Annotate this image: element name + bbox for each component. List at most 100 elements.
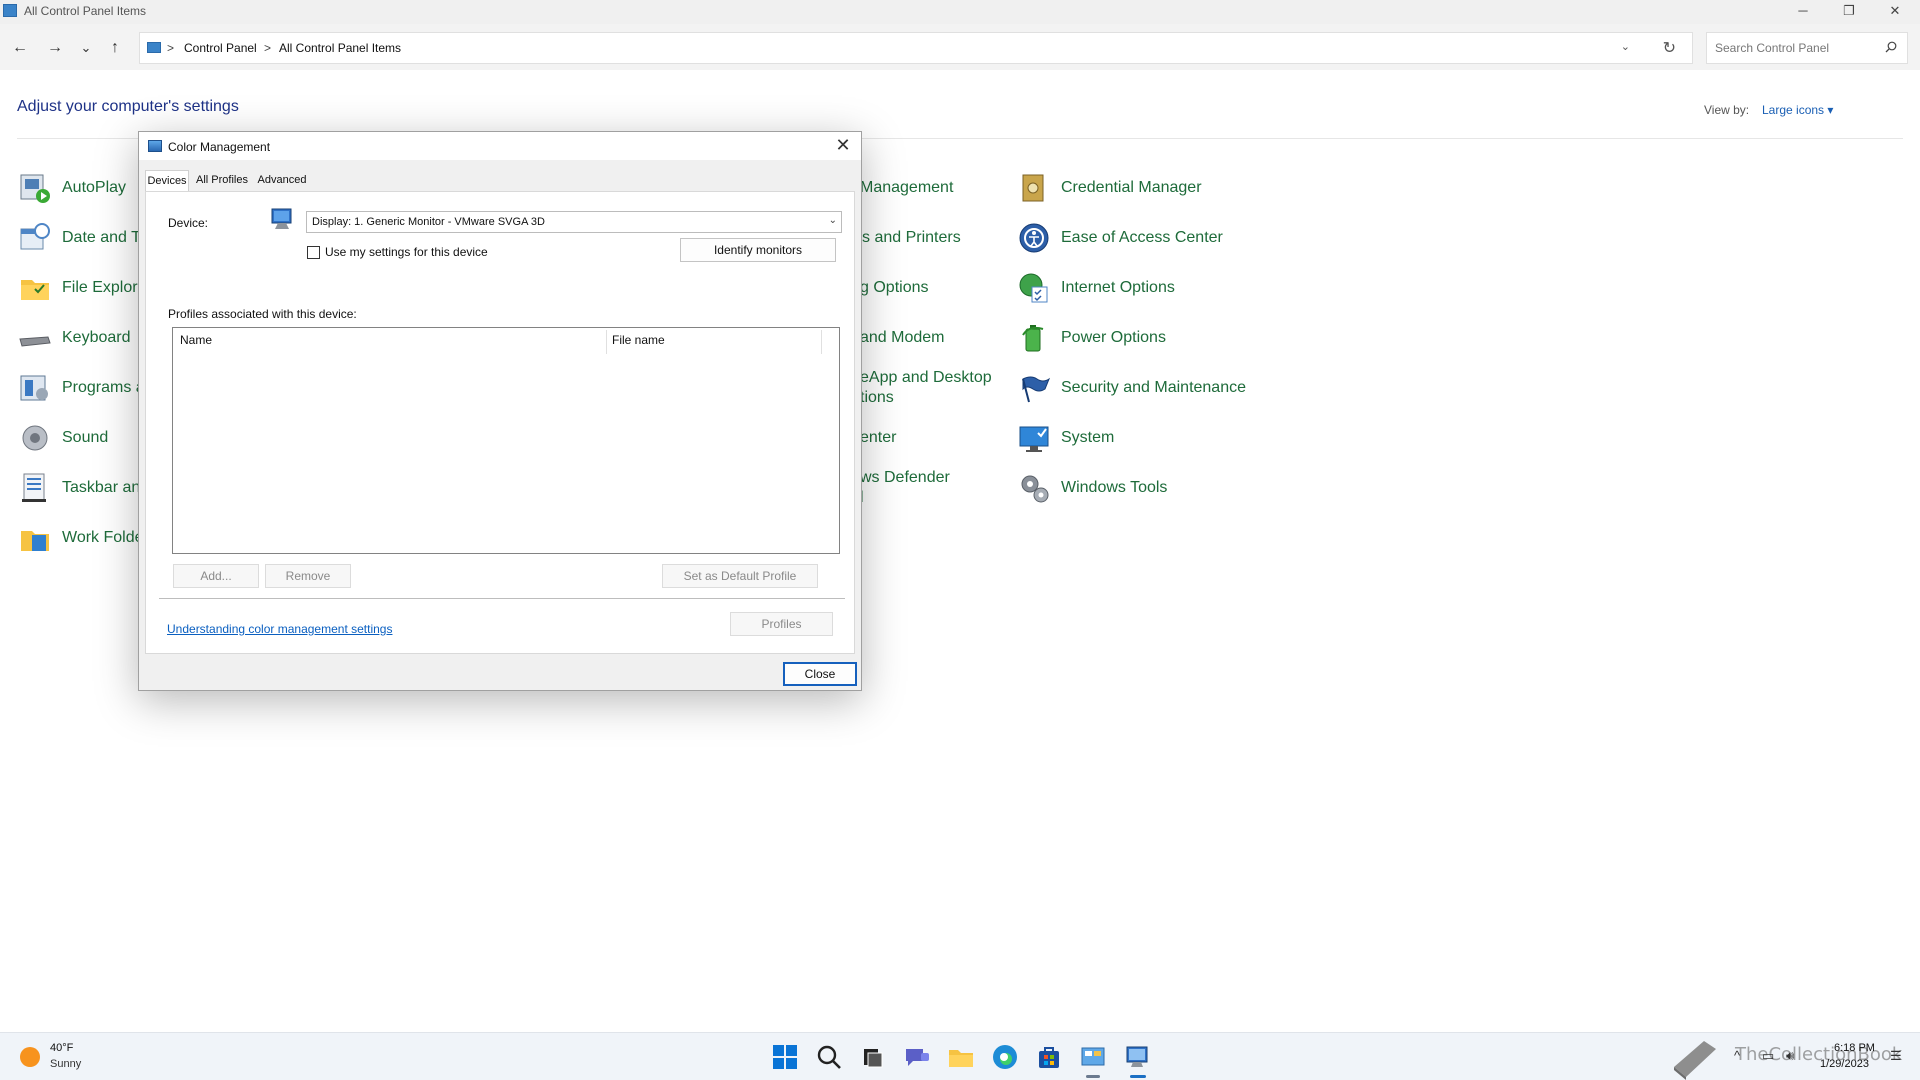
recent-locations-icon[interactable]: ⌄ bbox=[76, 38, 96, 58]
device-label: Device: bbox=[168, 216, 209, 230]
column-divider bbox=[606, 330, 607, 354]
cp-item-label: Sound bbox=[62, 429, 109, 446]
identify-monitors-button[interactable]: Identify monitors bbox=[680, 238, 836, 262]
forward-arrow-icon[interactable]: → bbox=[45, 38, 65, 58]
minimize-button[interactable]: ─ bbox=[1780, 0, 1826, 24]
internet-options-icon bbox=[1019, 273, 1048, 303]
cp-item-phone-modem[interactable]: and Modem bbox=[860, 320, 945, 356]
cp-item-autoplay[interactable]: AutoPlay bbox=[18, 170, 126, 206]
cp-item-label: Security and Maintenance bbox=[1061, 379, 1246, 396]
cp-item-system[interactable]: System bbox=[1017, 420, 1114, 456]
remove-button[interactable]: Remove bbox=[265, 564, 351, 588]
show-hidden-icons[interactable]: ^ bbox=[1734, 1048, 1740, 1063]
cp-item-sync-center[interactable]: enter bbox=[860, 420, 896, 456]
use-my-settings-checkbox[interactable] bbox=[307, 246, 320, 259]
devices-tab-panel: Device: Display: 1. Generic Monitor - VM… bbox=[145, 191, 855, 654]
cp-item-windows-defender[interactable]: ws Defender l bbox=[860, 462, 950, 514]
refresh-icon[interactable]: ↻ bbox=[1663, 38, 1676, 58]
search-icon[interactable] bbox=[1885, 41, 1897, 53]
cp-item-color-management[interactable]: Management bbox=[860, 170, 953, 206]
gear-icon bbox=[1021, 475, 1049, 503]
breadcrumb-all-items[interactable]: All Control Panel Items bbox=[279, 41, 401, 55]
color-management-help-link[interactable]: Understanding color management settings bbox=[167, 622, 392, 636]
profiles-button[interactable]: Profiles bbox=[730, 612, 833, 636]
cp-item-work-folders[interactable]: Work Folde bbox=[18, 520, 144, 556]
set-default-profile-button[interactable]: Set as Default Profile bbox=[662, 564, 818, 588]
cp-item-label: Programs a bbox=[62, 379, 145, 396]
keyboard-icon bbox=[19, 336, 51, 347]
search-input[interactable] bbox=[1707, 33, 1877, 63]
cp-item-file-explorer[interactable]: File Explore bbox=[18, 270, 146, 306]
cp-item-label: Ease of Access Center bbox=[1061, 229, 1223, 246]
weather-condition[interactable]: Sunny bbox=[50, 1058, 81, 1070]
cp-item-programs[interactable]: Programs a bbox=[18, 370, 145, 406]
clock-time[interactable]: 6:18 PM bbox=[1834, 1042, 1875, 1054]
address-bar[interactable]: > Control Panel > All Control Panel Item… bbox=[139, 32, 1693, 64]
cp-item-devices-printers[interactable]: s and Printers bbox=[862, 220, 961, 256]
back-arrow-icon[interactable]: ← bbox=[10, 38, 30, 58]
search-icon[interactable] bbox=[815, 1043, 843, 1071]
cp-item-keyboard[interactable]: Keyboard bbox=[18, 320, 131, 356]
calendar-clock-icon bbox=[20, 223, 50, 250]
column-header-name[interactable]: Name bbox=[180, 333, 212, 347]
taskbar: 40°F Sunny TheCollectionBook ^ ▭ 🔊︎ 6:18… bbox=[0, 1032, 1920, 1080]
cp-item-label: s and Printers bbox=[862, 229, 961, 246]
windows-start-icon[interactable] bbox=[771, 1043, 799, 1071]
sun-icon[interactable] bbox=[20, 1047, 40, 1067]
weather-temperature[interactable]: 40°F bbox=[50, 1042, 73, 1054]
profiles-label: Profiles associated with this device: bbox=[168, 307, 357, 321]
window-title: All Control Panel Items bbox=[24, 4, 147, 18]
control-panel-icon bbox=[147, 42, 161, 53]
cp-item-indexing-options[interactable]: g Options bbox=[860, 270, 928, 306]
cp-item-label: Management bbox=[860, 179, 954, 196]
cp-item-credential-manager[interactable]: Credential Manager bbox=[1017, 170, 1202, 206]
cp-item-ease-of-access[interactable]: Ease of Access Center bbox=[1017, 220, 1223, 256]
search-box[interactable] bbox=[1706, 32, 1908, 64]
breadcrumb-separator: > bbox=[167, 41, 175, 55]
cp-item-windows-tools[interactable]: Windows Tools bbox=[1017, 470, 1167, 506]
profiles-list[interactable]: Name File name bbox=[172, 327, 840, 554]
title-bar: All Control Panel Items ─ ❐ ✕ bbox=[0, 0, 1920, 24]
file-explorer-icon[interactable] bbox=[947, 1043, 975, 1071]
watermark-text: TheCollectionBook bbox=[1735, 1044, 1903, 1065]
view-by-dropdown[interactable]: Large icons ▾ bbox=[1762, 103, 1833, 117]
column-header-file-name[interactable]: File name bbox=[612, 333, 665, 347]
network-icon[interactable]: ▭ bbox=[1762, 1048, 1774, 1064]
color-management-taskbar-icon[interactable] bbox=[1123, 1043, 1151, 1071]
cp-item-taskbar[interactable]: Taskbar and bbox=[18, 470, 149, 506]
up-arrow-icon[interactable]: ↑ bbox=[105, 38, 125, 58]
restore-button[interactable]: ❐ bbox=[1826, 0, 1872, 24]
cp-item-label: tions bbox=[860, 389, 894, 406]
cp-item-power-options[interactable]: Power Options bbox=[1017, 320, 1166, 356]
cp-item-sound[interactable]: Sound bbox=[18, 420, 108, 456]
tab-devices[interactable]: Devices bbox=[145, 170, 189, 192]
device-select[interactable]: Display: 1. Generic Monitor - VMware SVG… bbox=[306, 211, 842, 233]
close-button[interactable]: Close bbox=[783, 662, 857, 686]
cp-item-date-time[interactable]: Date and Ti bbox=[18, 220, 144, 256]
add-button[interactable]: Add... bbox=[173, 564, 259, 588]
notifications-icon[interactable]: ☰ bbox=[1890, 1048, 1902, 1064]
tab-advanced[interactable]: Advanced bbox=[255, 170, 309, 192]
tab-all-profiles[interactable]: All Profiles bbox=[194, 170, 250, 192]
breadcrumb-separator: > bbox=[264, 41, 272, 55]
volume-icon[interactable]: 🔊︎ bbox=[1786, 1048, 1794, 1064]
cp-item-remoteapp[interactable]: eApp and Desktop tions bbox=[860, 362, 992, 414]
cp-item-label: Work Folde bbox=[62, 529, 144, 546]
speaker-icon bbox=[22, 425, 48, 451]
cp-item-label: System bbox=[1061, 429, 1115, 446]
store-icon[interactable] bbox=[1035, 1043, 1063, 1071]
chevron-down-icon[interactable]: ⌄ bbox=[1621, 40, 1630, 53]
close-icon[interactable]: ✕ bbox=[833, 135, 853, 156]
use-my-settings-label: Use my settings for this device bbox=[325, 245, 488, 259]
control-panel-taskbar-icon[interactable] bbox=[1079, 1043, 1107, 1071]
breadcrumb-control-panel[interactable]: Control Panel bbox=[184, 41, 257, 55]
close-window-button[interactable]: ✕ bbox=[1872, 0, 1918, 24]
cp-item-security-maintenance[interactable]: Security and Maintenance bbox=[1017, 370, 1246, 406]
edge-browser-icon[interactable] bbox=[991, 1043, 1019, 1071]
clock-date[interactable]: 1/29/2023 bbox=[1820, 1058, 1869, 1070]
task-view-icon[interactable] bbox=[859, 1043, 887, 1071]
active-window-indicator bbox=[1130, 1075, 1146, 1078]
chat-icon[interactable] bbox=[903, 1043, 931, 1071]
control-panel-icon bbox=[3, 4, 17, 17]
cp-item-internet-options[interactable]: Internet Options bbox=[1017, 270, 1175, 306]
